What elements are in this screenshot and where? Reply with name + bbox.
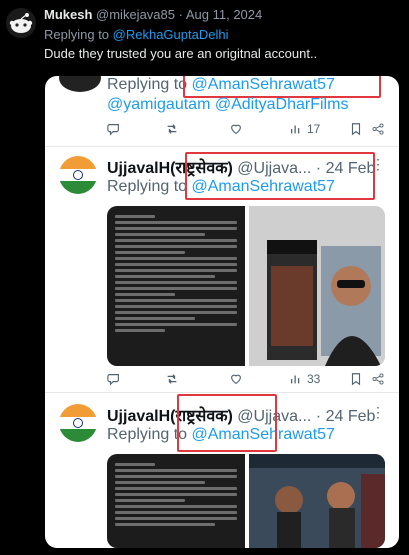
- more-options-icon: ⋮: [371, 404, 385, 420]
- heart-icon: [231, 374, 241, 385]
- bar-chart-icon: [290, 125, 300, 134]
- flag-avatar: [59, 156, 97, 194]
- reply-post: Mukesh @mikejava85 · Aug 11, 2024 Replyi…: [0, 0, 409, 72]
- reply-action: [107, 122, 121, 136]
- divider: [45, 392, 399, 393]
- attached-screenshot[interactable]: Replying to @AmanSehrawat57 @yamigautam …: [45, 76, 399, 548]
- bookmark-action: [349, 122, 363, 136]
- photo-illustration: [249, 454, 385, 548]
- replying-mention-link[interactable]: @RekhaGuptaDelhi: [113, 27, 229, 42]
- post-text: Dude they trusted you are an origitnal a…: [44, 46, 318, 61]
- replying-prefix: Replying to: [107, 178, 192, 195]
- views-count: 17: [307, 122, 321, 136]
- movie-poster-photo: [249, 454, 385, 548]
- screenshot-tweet: UjjavalH(राष्ट्रसेवक) @Ujjava... · 24 Fe…: [45, 148, 399, 388]
- highlight-box: [177, 394, 277, 452]
- tweet-date: · 24 Feb: [315, 408, 376, 425]
- flag-avatar: [59, 404, 97, 442]
- views-count: 33: [307, 372, 321, 386]
- reply-action: [107, 372, 121, 386]
- bookmark-icon: [351, 373, 361, 386]
- share-icon: [372, 373, 384, 385]
- document-image: [107, 206, 245, 366]
- replying-prefix: Replying to: [107, 76, 192, 93]
- author-handle[interactable]: @mikejava85: [96, 7, 175, 22]
- retweet-icon: [167, 374, 177, 384]
- share-icon: [372, 123, 384, 135]
- share-action: [371, 372, 385, 386]
- retweet-action: [165, 372, 179, 386]
- more-mentions: @yamigautam @AdityaDharFilms: [107, 96, 349, 113]
- heart-icon: [231, 124, 241, 135]
- divider: [45, 146, 399, 147]
- share-action: [371, 122, 385, 136]
- document-image: [107, 454, 245, 548]
- views-action: 33: [289, 372, 320, 386]
- reddit-style-avatar-icon: [6, 8, 36, 38]
- post-author-line: Mukesh @mikejava85 · Aug 11, 2024: [44, 7, 262, 22]
- avatar: [59, 76, 101, 92]
- comment-icon: [107, 124, 119, 136]
- separator: ·: [178, 7, 183, 22]
- retweet-action: [165, 122, 179, 136]
- like-action: [229, 372, 243, 386]
- views-action: 17: [289, 122, 320, 136]
- replying-to: Replying to @RekhaGuptaDelhi: [44, 27, 228, 42]
- replying-prefix: Replying to: [44, 27, 113, 42]
- movie-poster-photo: [249, 206, 385, 366]
- bar-chart-icon: [290, 375, 300, 384]
- highlight-box: [185, 152, 375, 200]
- post-date[interactable]: Aug 11, 2024: [186, 7, 262, 22]
- like-action: [229, 122, 243, 136]
- screenshot-tweet: UjjavalH(राष्ट्रसेवक) @Ujjava... · 24 Fe…: [45, 394, 399, 548]
- author-name[interactable]: Mukesh: [44, 7, 92, 22]
- highlight-box: [183, 76, 381, 98]
- bookmark-icon: [351, 123, 361, 136]
- bookmark-action: [349, 372, 363, 386]
- photo-illustration: [249, 206, 385, 366]
- tweet-actions: 33: [45, 372, 399, 392]
- tweet-actions: 17: [45, 122, 399, 142]
- comment-icon: [107, 374, 119, 386]
- avatar[interactable]: [6, 8, 36, 38]
- retweet-icon: [167, 124, 177, 134]
